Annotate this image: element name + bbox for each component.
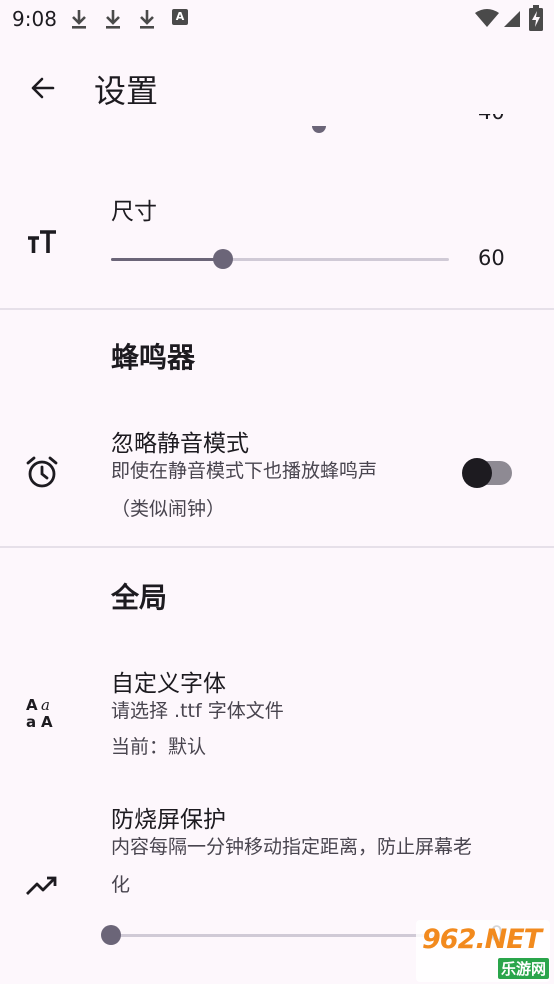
clipped-slider-thumb [312, 126, 330, 136]
ignore-silent-summary-line1: 即使在静音模式下也播放蜂鸣声 [111, 460, 378, 482]
signal-icon [504, 11, 520, 27]
divider [0, 546, 554, 548]
battery-charging-icon [529, 5, 543, 31]
size-slider-active-track [111, 258, 223, 261]
page-title: 设置 [94, 72, 159, 110]
size-preference[interactable]: 尺寸 60 [0, 180, 554, 306]
download-icon [72, 10, 86, 29]
text-size-icon [24, 224, 60, 260]
svg-text:A: A [26, 696, 38, 714]
custom-font-preference[interactable]: A a a A 自定义字体 请选择 .ttf 字体文件 当前：默认 [0, 652, 554, 772]
wifi-icon [475, 9, 499, 27]
custom-font-summary-line1: 请选择 .ttf 字体文件 [111, 700, 284, 722]
ignore-silent-preference[interactable]: 忽略静音模式 即使在静音模式下也播放蜂鸣声 （类似闹钟） [0, 412, 554, 538]
back-button[interactable] [20, 66, 64, 110]
burn-in-slider[interactable] [101, 924, 439, 948]
trending-up-icon [24, 868, 60, 904]
status-time: 9:08 [12, 7, 57, 31]
size-pref-title: 尺寸 [111, 199, 157, 225]
category-title-global: 全局 [111, 581, 168, 614]
watermark-logo: 962.NET [422, 924, 542, 955]
status-bar: 9:08 A [0, 0, 554, 40]
a-icon: A [172, 9, 188, 25]
size-slider-thumb[interactable] [213, 249, 233, 269]
divider [0, 308, 554, 310]
ignore-silent-summary-line2: （类似闹钟） [111, 498, 226, 520]
watermark: 962.NET 乐游网 [416, 920, 550, 982]
svg-text:A: A [41, 713, 53, 729]
clipped-slider-value: 40 [478, 114, 518, 136]
svg-text:a: a [41, 696, 50, 714]
download-icon [106, 10, 120, 29]
download-icon [140, 10, 154, 29]
ignore-silent-switch[interactable] [462, 456, 514, 490]
burn-in-slider-track [111, 934, 439, 937]
watermark-subtext: 乐游网 [498, 958, 550, 979]
burn-in-slider-thumb[interactable] [101, 925, 121, 945]
switch-thumb [462, 458, 492, 488]
font-icon: A a a A [24, 694, 60, 730]
svg-text:a: a [26, 713, 36, 729]
custom-font-summary-line2: 当前：默认 [111, 736, 207, 758]
size-value: 60 [478, 246, 505, 270]
size-slider[interactable] [111, 248, 449, 272]
burn-in-summary-line2: 化 [111, 874, 131, 896]
alarm-clock-icon [24, 454, 60, 490]
burn-in-summary-line1: 内容每隔一分钟移动指定距离，防止屏幕老 [111, 836, 473, 858]
arrow-back-icon [31, 77, 55, 99]
category-title-buzzer: 蜂鸣器 [111, 341, 196, 374]
